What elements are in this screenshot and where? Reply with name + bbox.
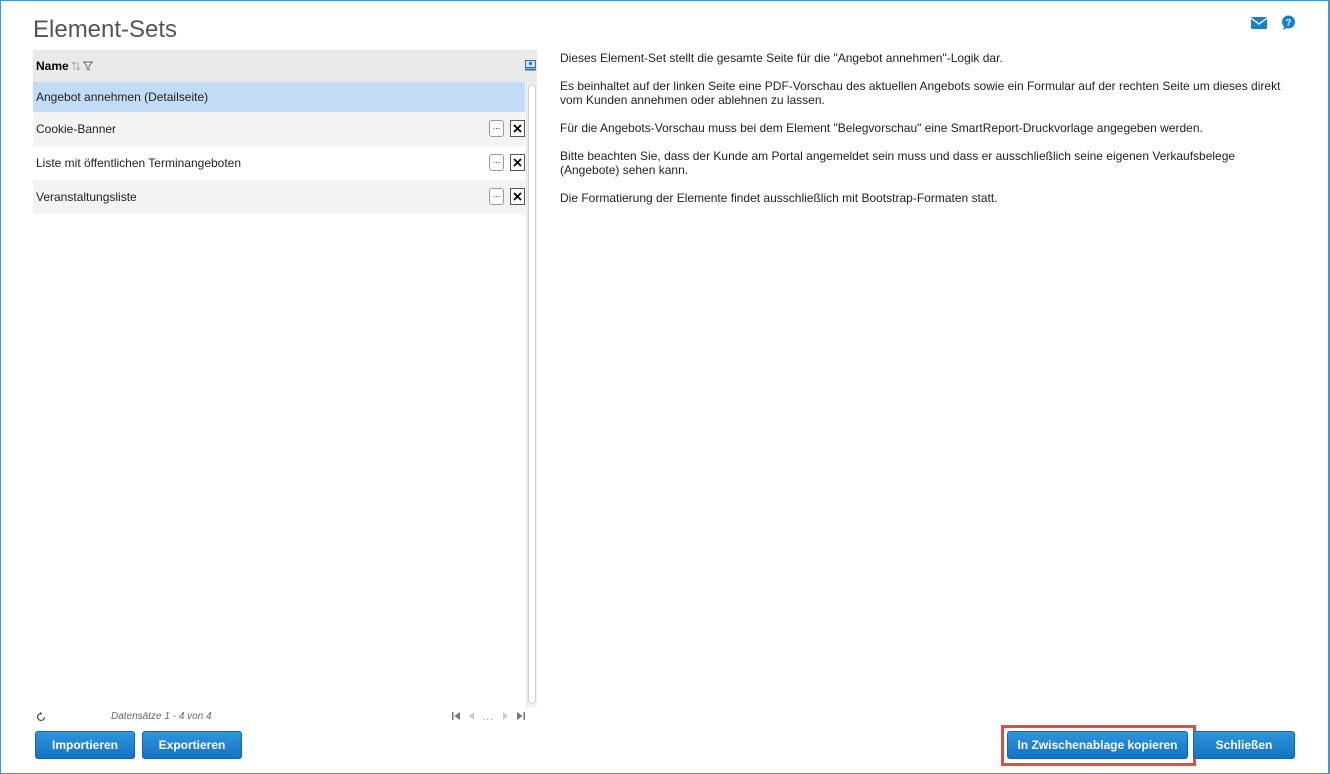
import-button[interactable]: Importieren (35, 731, 135, 759)
delete-button[interactable] (510, 154, 525, 171)
row-actions: ... (489, 154, 525, 171)
page-ellipsis[interactable]: ... (483, 712, 494, 723)
element-set-description: Dieses Element-Set stellt die gesamte Se… (560, 51, 1295, 219)
svg-text:?: ? (1286, 18, 1292, 28)
table-row[interactable]: Veranstaltungsliste ... (33, 180, 525, 214)
table-row[interactable]: Cookie-Banner ... (33, 112, 525, 146)
mail-icon[interactable] (1251, 16, 1267, 29)
description-paragraph: Es beinhaltet auf der linken Seite eine … (560, 79, 1281, 107)
description-paragraph: Die Formatierung der Elemente findet aus… (560, 191, 998, 205)
last-page-icon[interactable] (516, 712, 525, 723)
row-actions: ... (489, 188, 525, 205)
grid-footer: Datensätze 1 - 4 von 4 ... (33, 710, 527, 726)
close-icon (513, 124, 522, 133)
edit-button[interactable]: ... (489, 188, 504, 205)
copy-to-clipboard-button[interactable]: In Zwischenablage kopieren (1007, 731, 1188, 759)
element-sets-grid: Name Angebot annehmen (Detailseite) Cook… (33, 50, 537, 707)
edit-button[interactable]: ... (489, 120, 504, 137)
page-title: Element-Sets (33, 16, 178, 43)
help-icon[interactable]: ? (1281, 15, 1296, 30)
table-row[interactable]: Angebot annehmen (Detailseite) (33, 82, 525, 112)
prev-page-icon[interactable] (468, 712, 475, 723)
next-page-icon[interactable] (502, 712, 508, 723)
column-chooser-icon[interactable] (525, 60, 536, 74)
description-paragraph: Bitte beachten Sie, dass der Kunde am Po… (560, 149, 1236, 177)
top-icons: ? (1251, 15, 1296, 30)
close-button[interactable]: Schließen (1193, 731, 1295, 759)
scrollbar-thumb[interactable] (528, 84, 536, 704)
row-label: Veranstaltungsliste (36, 190, 137, 204)
edit-button[interactable]: ... (489, 154, 504, 171)
close-icon (513, 192, 522, 201)
description-paragraph: Für die Angebots-Vorschau muss bei dem E… (560, 121, 1203, 135)
grid-header: Name (33, 50, 537, 82)
row-label: Liste mit öffentlichen Terminangeboten (36, 156, 242, 170)
table-row[interactable]: Liste mit öffentlichen Terminangeboten .… (33, 146, 525, 180)
refresh-icon[interactable] (36, 712, 46, 725)
delete-button[interactable] (510, 120, 525, 137)
grid-rows: Angebot annehmen (Detailseite) Cookie-Ba… (33, 82, 525, 214)
filter-icon[interactable] (82, 61, 93, 71)
pager: ... (451, 712, 525, 723)
vertical-scrollbar[interactable] (526, 82, 537, 707)
delete-button[interactable] (510, 188, 525, 205)
close-icon (513, 158, 522, 167)
description-paragraph: Dieses Element-Set stellt die gesamte Se… (560, 51, 1003, 65)
first-page-icon[interactable] (451, 712, 461, 723)
sort-icon[interactable] (71, 61, 81, 71)
row-label: Angebot annehmen (Detailseite) (36, 90, 209, 104)
record-count: Datensätze 1 - 4 von 4 (111, 711, 212, 722)
export-button[interactable]: Exportieren (142, 731, 242, 759)
column-header-name[interactable]: Name (36, 59, 69, 73)
row-label: Cookie-Banner (36, 122, 117, 136)
row-actions: ... (489, 120, 525, 137)
